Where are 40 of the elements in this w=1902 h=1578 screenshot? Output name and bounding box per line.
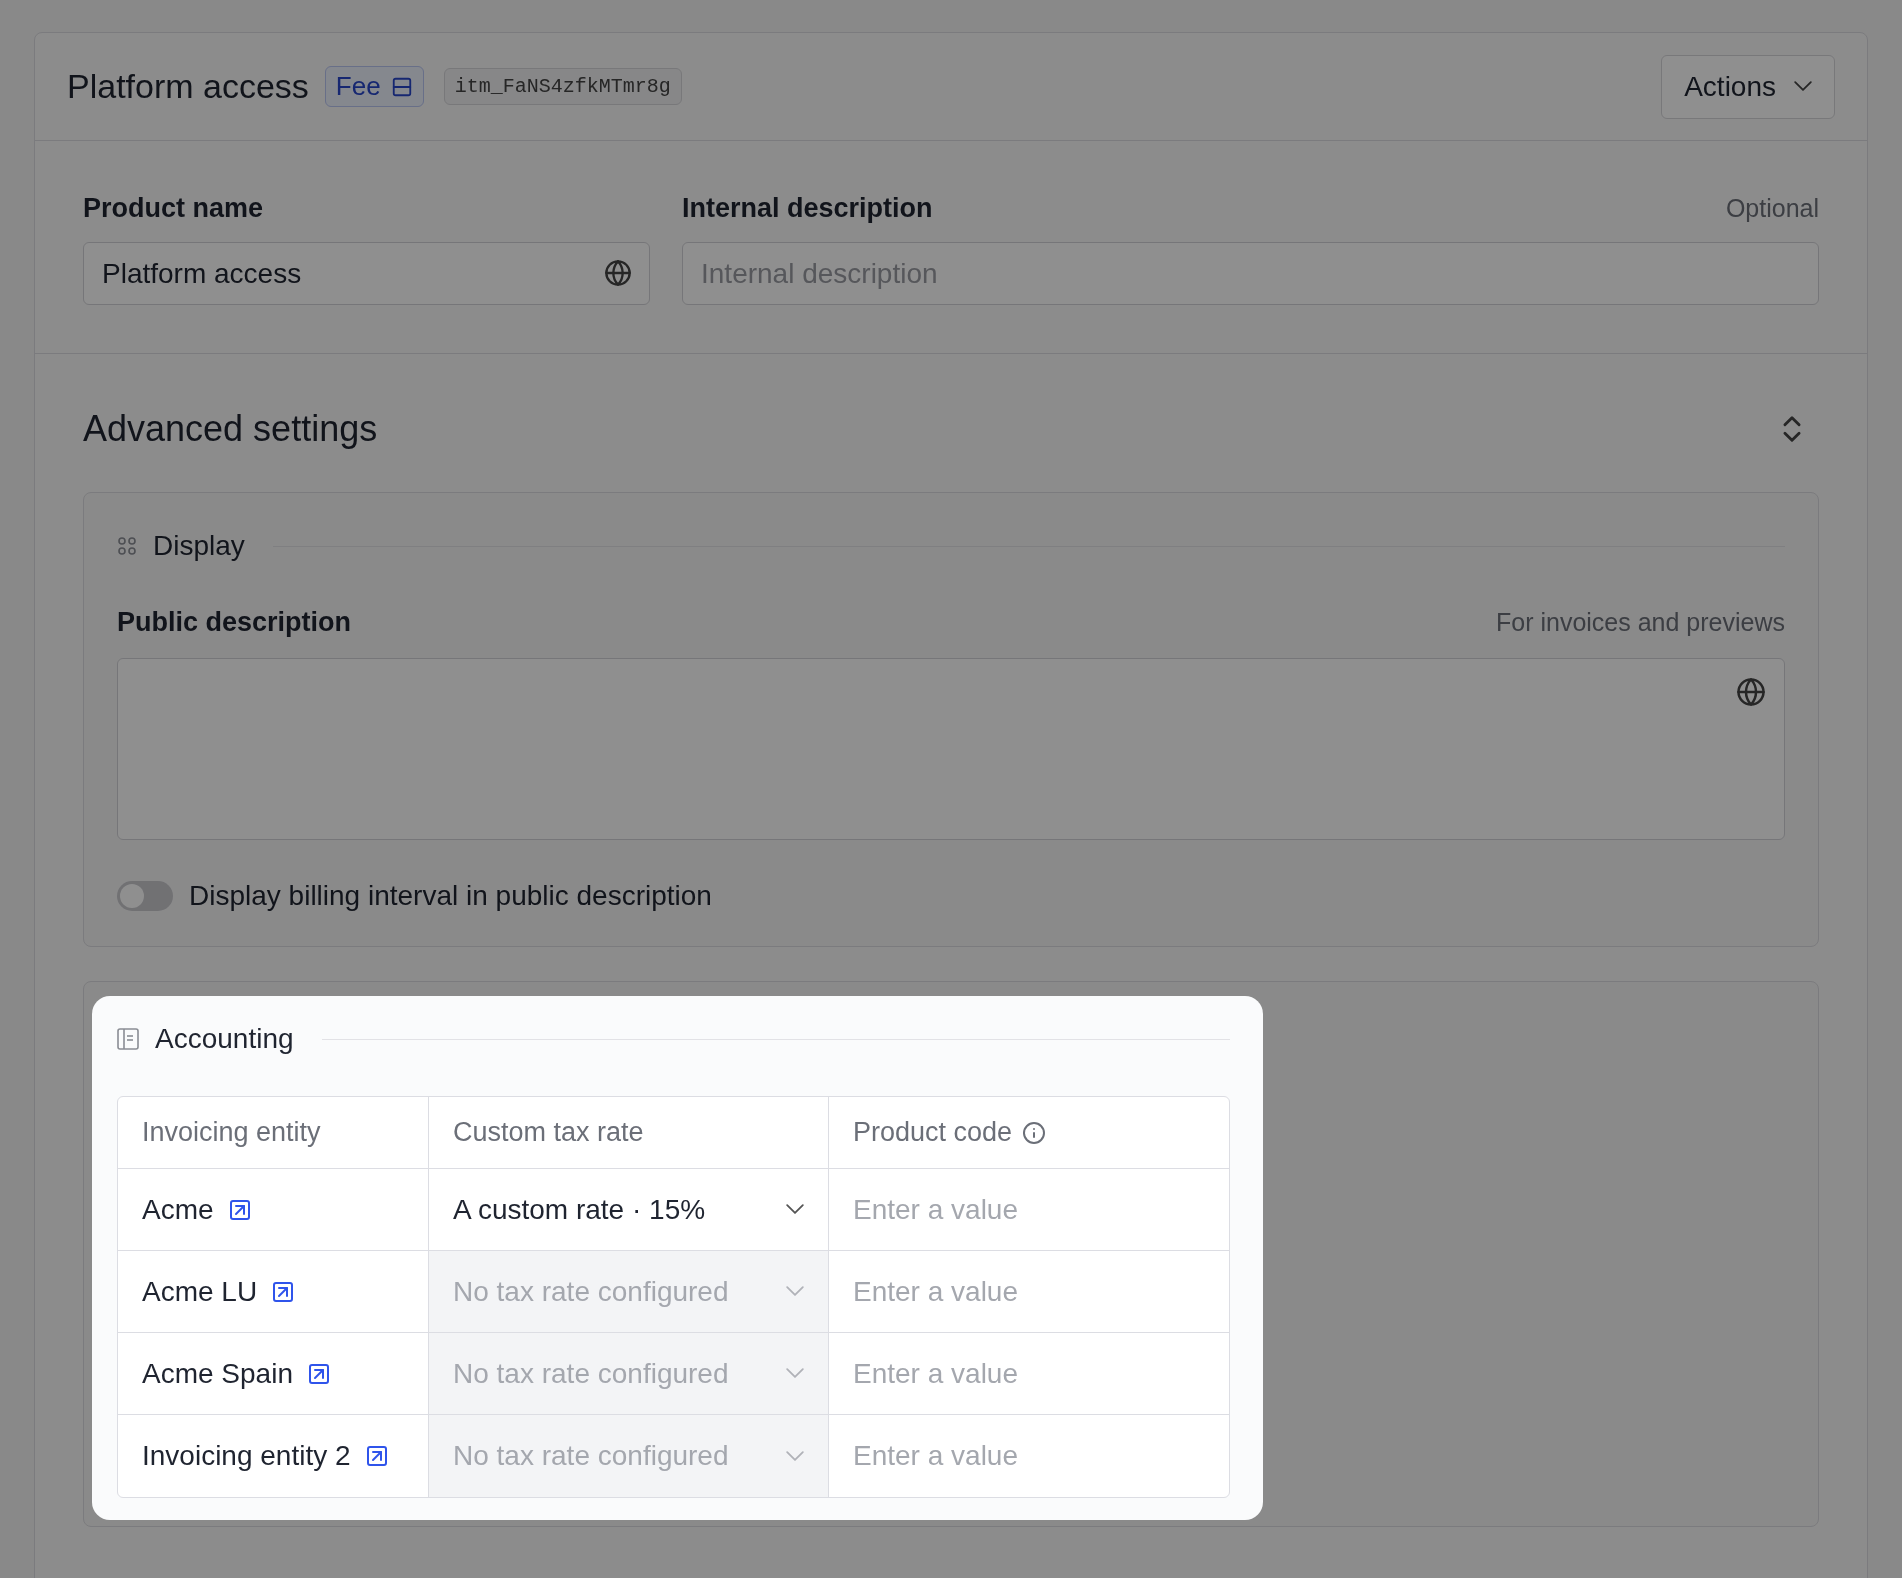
toggle-label: Display billing interval in public description <box>189 880 712 912</box>
tax-rate-select[interactable]: A custom rate · 15% <box>429 1169 829 1251</box>
entity-name: Acme LU <box>142 1275 258 1308</box>
four-dots-icon <box>117 536 137 556</box>
external-link-icon[interactable] <box>271 1279 296 1304</box>
toggle-switch[interactable] <box>117 881 173 911</box>
product-code-input[interactable]: Enter a value <box>829 1169 1229 1250</box>
field-label: Internal description <box>682 193 933 224</box>
field-label: Product name <box>83 193 264 224</box>
external-link-icon[interactable] <box>227 1197 252 1222</box>
panel-title: Accounting <box>155 1023 294 1055</box>
field-label: Public description <box>117 607 352 638</box>
field-hint: Optional <box>1725 194 1819 223</box>
chevron-down-icon <box>786 1450 804 1462</box>
section-title: Advanced settings <box>83 408 378 450</box>
type-badge: Fee <box>324 66 424 107</box>
text-input[interactable]: Internal description <box>682 242 1819 305</box>
chevron-down-icon <box>786 1368 804 1379</box>
entity-name: Acme Spain <box>142 1357 293 1390</box>
chevron-down-icon <box>786 1204 804 1215</box>
column-header: Product code <box>853 1117 1013 1148</box>
globe-icon[interactable] <box>604 259 632 287</box>
page-title: Platform access <box>67 67 309 106</box>
ledger-icon <box>117 1028 139 1050</box>
entity-name: Invoicing entity 2 <box>142 1440 351 1472</box>
text-input[interactable]: Platform access <box>83 242 650 305</box>
globe-icon[interactable] <box>1736 677 1766 707</box>
panel-title: Display <box>153 530 245 562</box>
field-hint: For invoices and previews <box>1496 608 1785 637</box>
column-header: Custom tax rate <box>453 1117 644 1148</box>
info-icon[interactable] <box>1022 1120 1047 1145</box>
external-link-icon[interactable] <box>364 1444 389 1468</box>
entity-name: Acme <box>142 1193 214 1226</box>
actions-button[interactable]: Actions <box>1661 54 1835 119</box>
chevron-down-icon <box>1794 81 1812 92</box>
item-id-tag: itm_FaNS4zfkMTmr8g <box>443 68 682 105</box>
external-link-icon[interactable] <box>306 1361 331 1386</box>
chevron-down-icon <box>786 1286 804 1297</box>
rows-icon <box>390 75 413 98</box>
column-header: Invoicing entity <box>142 1117 321 1148</box>
